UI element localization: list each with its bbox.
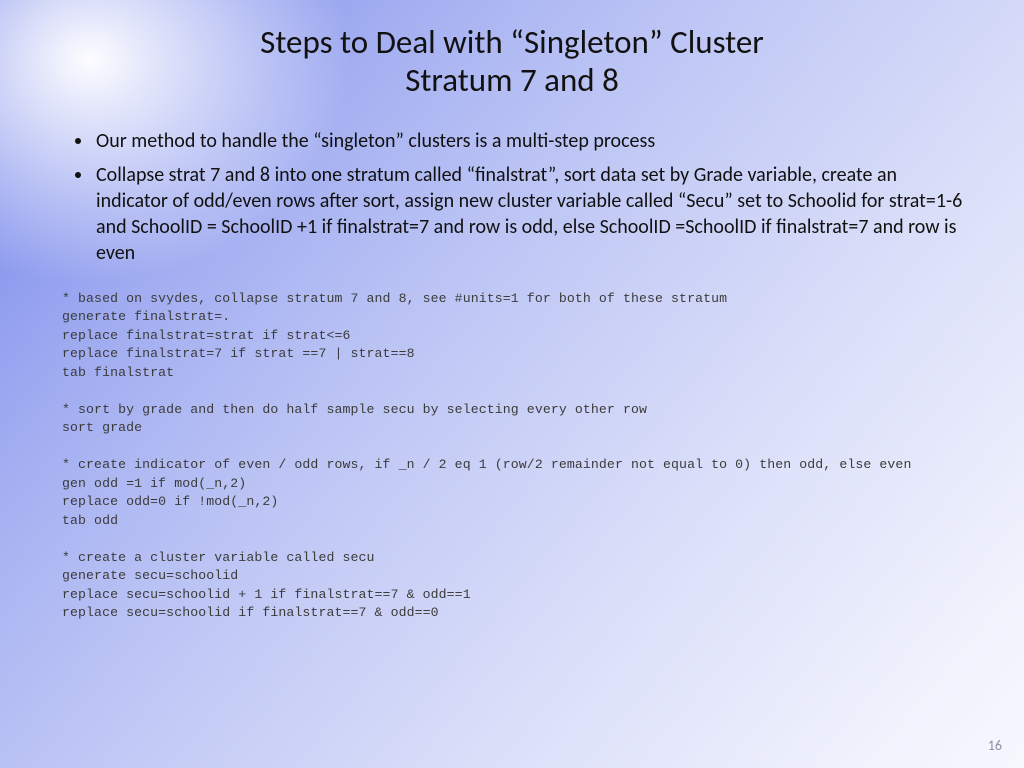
page-number: 16 bbox=[988, 737, 1002, 754]
title-line-2: Stratum 7 and 8 bbox=[0, 62, 1024, 100]
slide-body: Our method to handle the “singleton” clu… bbox=[62, 128, 970, 274]
code-block: * based on svydes, collapse stratum 7 an… bbox=[62, 290, 970, 623]
slide: Steps to Deal with “Singleton” Cluster S… bbox=[0, 0, 1024, 768]
bullet-item: Our method to handle the “singleton” clu… bbox=[94, 128, 970, 154]
bullet-item: Collapse strat 7 and 8 into one stratum … bbox=[94, 162, 970, 266]
title-line-1: Steps to Deal with “Singleton” Cluster bbox=[0, 24, 1024, 62]
bullet-list: Our method to handle the “singleton” clu… bbox=[62, 128, 970, 266]
slide-title: Steps to Deal with “Singleton” Cluster S… bbox=[0, 24, 1024, 100]
